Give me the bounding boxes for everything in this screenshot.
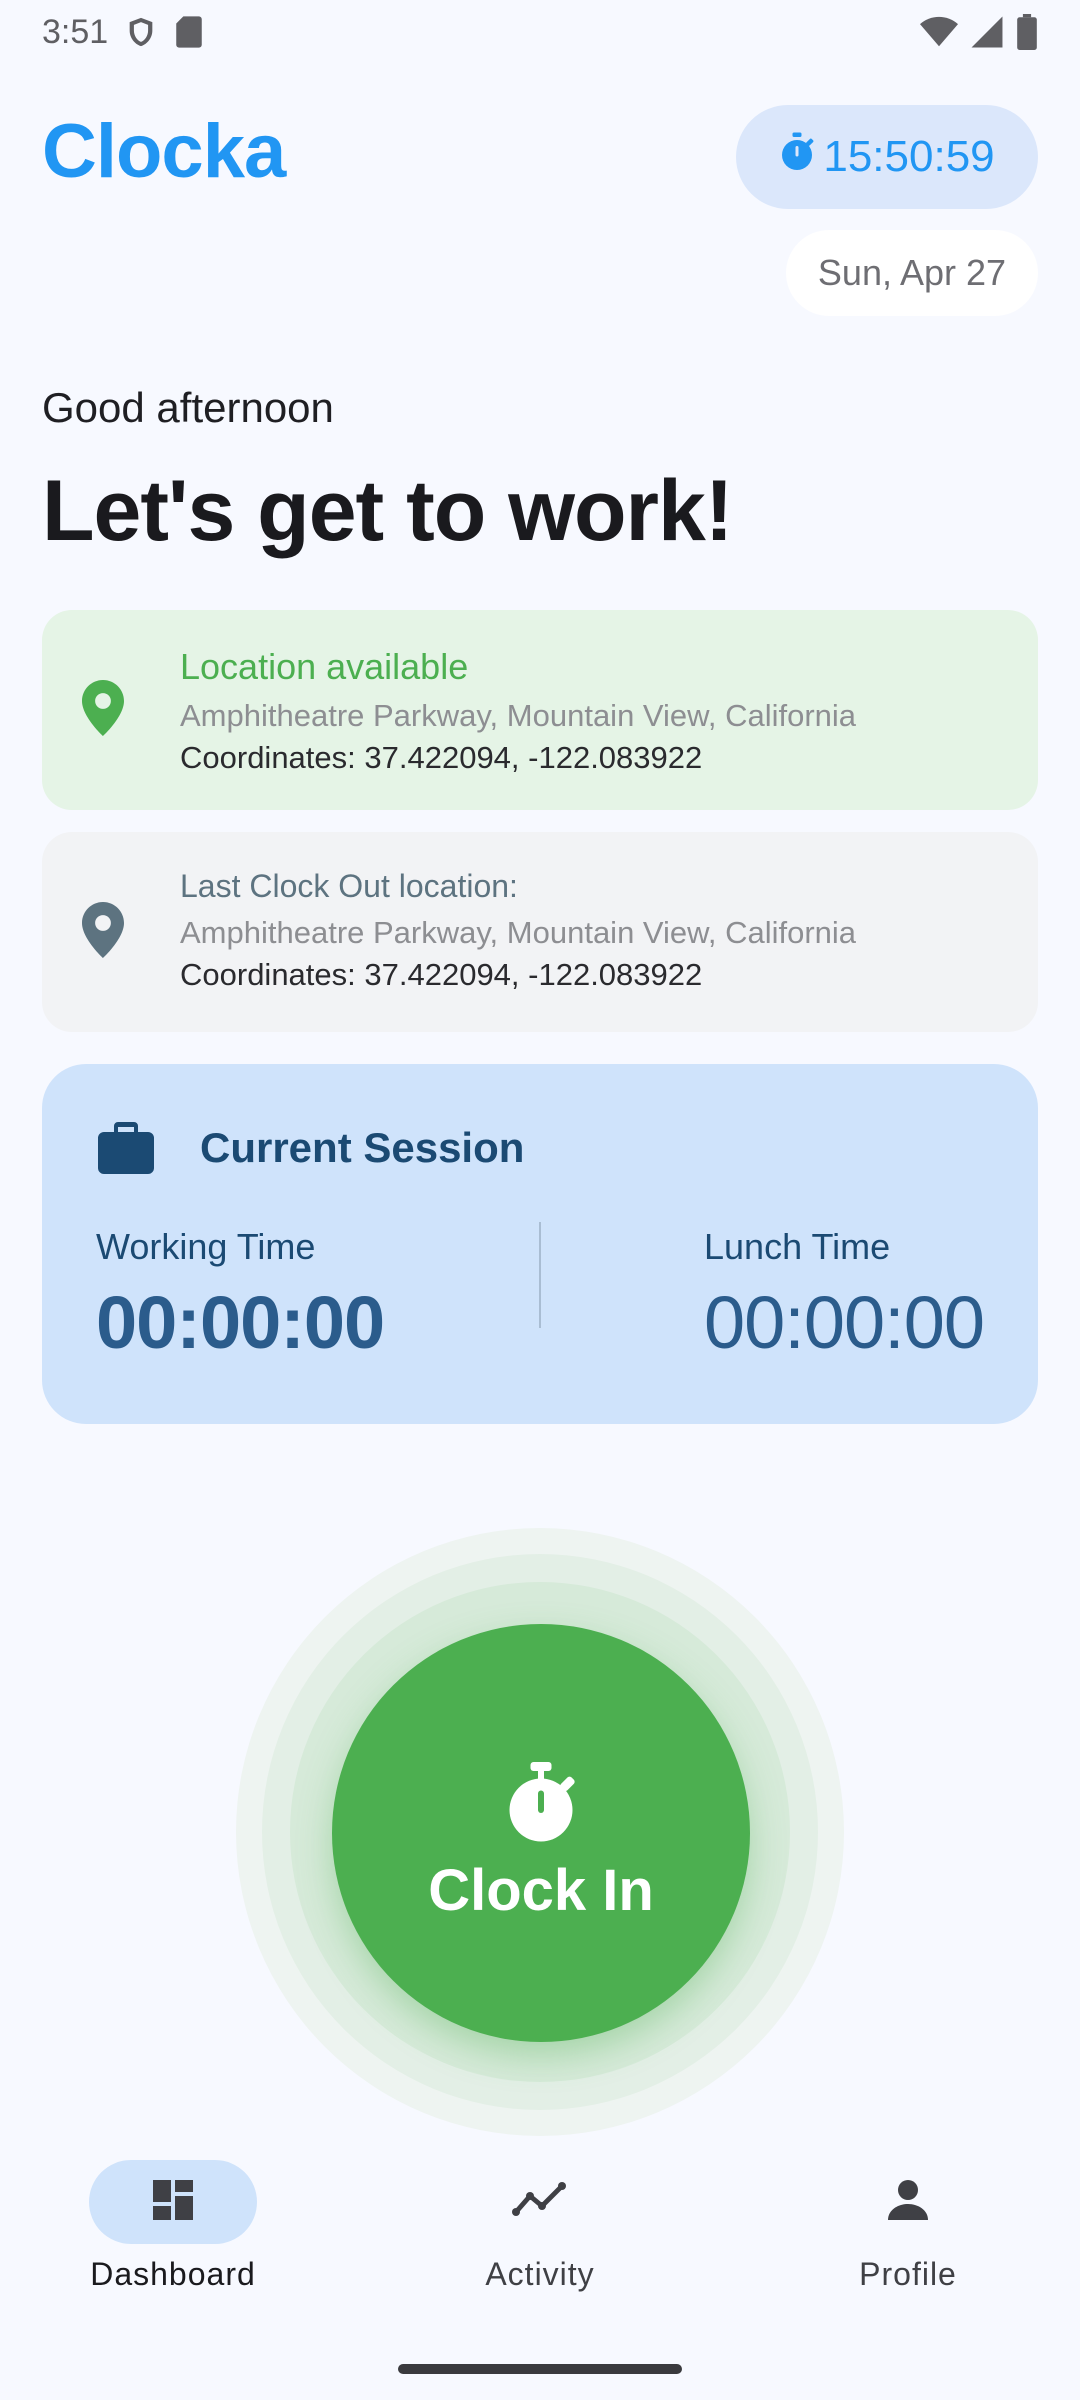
nav-item-profile[interactable]: Profile [788, 2160, 1028, 2310]
last-clock-out-location-card: Last Clock Out location: Amphitheatre Pa… [42, 832, 1038, 1032]
stopwatch-icon [505, 1762, 577, 1849]
nav-label-profile: Profile [859, 2256, 957, 2292]
status-right [920, 14, 1038, 50]
nav-label-activity: Activity [485, 2256, 595, 2292]
clock-in-button[interactable]: Clock In [332, 1624, 750, 2042]
signal-icon [970, 15, 1004, 49]
greeting-text: Good afternoon [42, 384, 334, 431]
activity-icon [512, 2180, 568, 2225]
current-location-card: Location available Amphitheatre Parkway,… [42, 610, 1038, 810]
last-location-label: Last Clock Out location: [180, 868, 518, 904]
last-location-details: Last Clock Out location: Amphitheatre Pa… [180, 868, 856, 993]
nav-item-dashboard[interactable]: Dashboard [53, 2160, 293, 2310]
headline-text: Let's get to work! [42, 463, 733, 559]
clock-in-label: Clock In [428, 1858, 654, 1923]
nav-item-activity[interactable]: Activity [420, 2160, 660, 2310]
shield-icon [124, 15, 158, 49]
home-gesture-bar[interactable] [398, 2364, 682, 2374]
dashboard-screen: 3:51 Clocka 15:50:59 Sun, Apr 27 Good af… [0, 0, 1080, 2400]
location-status: Location available [180, 646, 469, 687]
last-location-address: Amphitheatre Parkway, Mountain View, Cal… [180, 915, 857, 950]
last-location-coordinates: Coordinates: 37.422094, -122.083922 [180, 957, 703, 992]
location-address: Amphitheatre Parkway, Mountain View, Cal… [180, 698, 857, 733]
nav-active-indicator [89, 2160, 257, 2244]
dashboard-icon [149, 2176, 197, 2229]
working-time-label: Working Time [96, 1226, 316, 1267]
lunch-time-block: Lunch Time 00:00:00 [704, 1226, 985, 1365]
lunch-time-label: Lunch Time [704, 1226, 891, 1267]
current-session-card: Current Session Working Time 00:00:00 Lu… [42, 1064, 1038, 1424]
status-left: 3:51 [42, 13, 204, 52]
session-divider [539, 1222, 541, 1328]
profile-icon [884, 2176, 932, 2229]
current-location-details: Location available Amphitheatre Parkway,… [180, 646, 856, 776]
nav-label-dashboard: Dashboard [90, 2256, 256, 2292]
battery-icon [1016, 14, 1038, 50]
status-time: 3:51 [42, 12, 109, 51]
nav-icon-wrapper [824, 2160, 992, 2244]
bottom-navigation: Dashboard Activity Profile [0, 2140, 1080, 2340]
app-title: Clocka [42, 109, 286, 194]
location-coordinates: Coordinates: 37.422094, -122.083922 [180, 740, 703, 775]
stopwatch-icon [779, 132, 815, 183]
session-title: Current Session [200, 1124, 525, 1171]
sd-card-icon [174, 15, 204, 49]
wifi-icon [920, 15, 958, 49]
status-bar: 3:51 [0, 0, 1080, 64]
location-pin-icon [82, 902, 124, 963]
briefcase-icon [98, 1122, 154, 1179]
nav-icon-wrapper [456, 2160, 624, 2244]
lunch-time-value: 00:00:00 [704, 1281, 985, 1364]
working-time-block: Working Time 00:00:00 [96, 1226, 385, 1365]
date-text: Sun, Apr 27 [817, 252, 1007, 293]
location-pin-icon [82, 680, 124, 741]
live-clock-text: 15:50:59 [823, 132, 995, 181]
working-time-value: 00:00:00 [96, 1281, 385, 1364]
live-clock-chip[interactable]: 15:50:59 [736, 105, 1038, 209]
date-chip: Sun, Apr 27 [786, 230, 1038, 316]
